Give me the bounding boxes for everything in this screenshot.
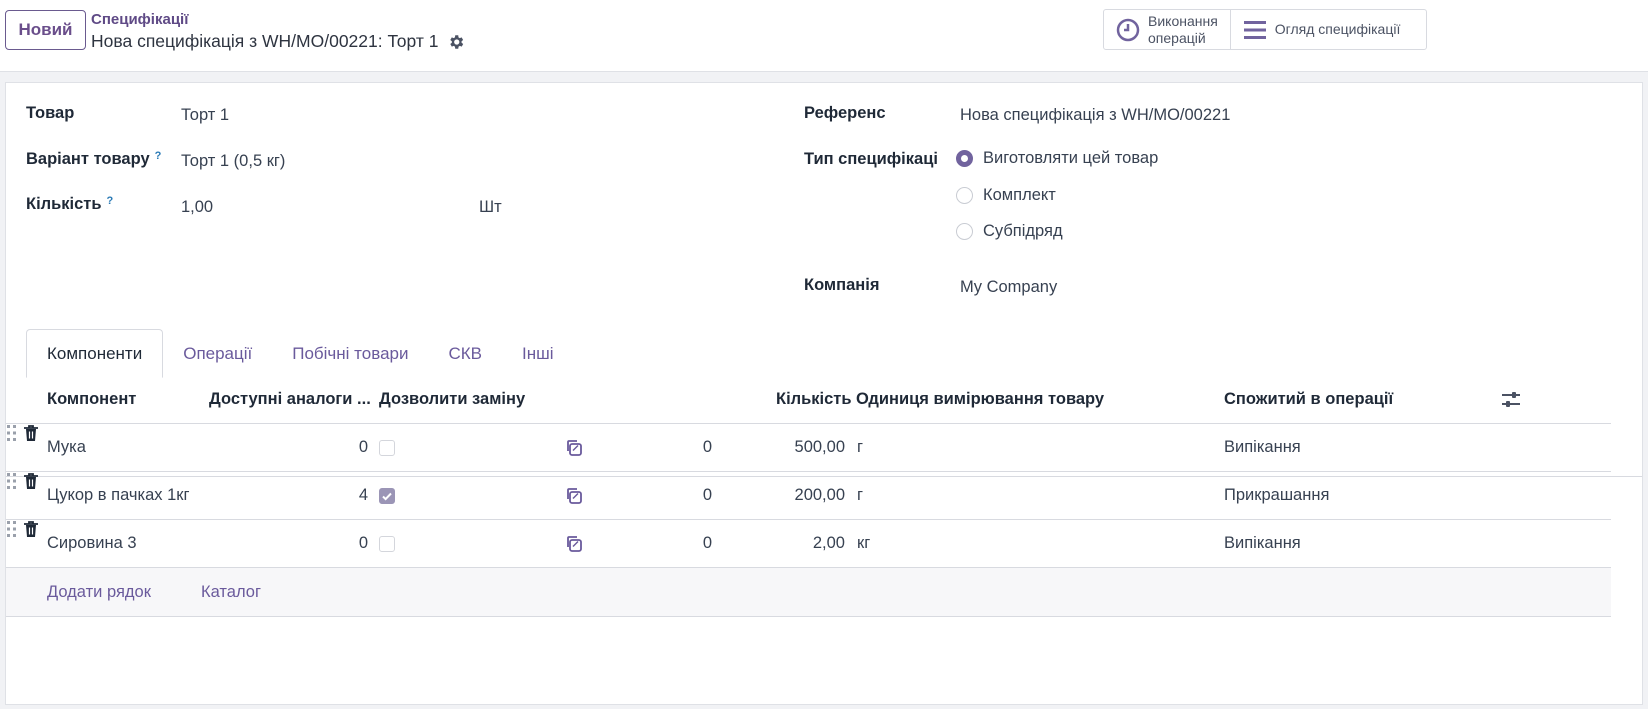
product-label: Товар: [26, 104, 75, 122]
col-component[interactable]: Компонент: [47, 390, 136, 409]
cell-uom[interactable]: г: [857, 486, 863, 505]
col-operation[interactable]: Спожитий в операції: [1224, 390, 1393, 409]
variant-field[interactable]: Торт 1 (0,5 кг): [181, 152, 285, 171]
tab-byproducts[interactable]: Побічні товари: [272, 329, 428, 378]
breadcrumb-parent[interactable]: Специфікації: [91, 11, 188, 28]
col-alternatives[interactable]: Доступні аналоги ...: [209, 390, 371, 409]
qty-field[interactable]: 1,00: [181, 198, 213, 217]
bom-type-subcontract-label: Субпідряд: [983, 222, 1063, 240]
uom-field[interactable]: Шт: [479, 198, 502, 217]
catalog-button[interactable]: Каталог: [201, 583, 261, 602]
cell-quantity[interactable]: 200,00: [766, 486, 845, 505]
allow-substitution-checkbox[interactable]: [379, 488, 395, 504]
bom-type-subcontract-radio[interactable]: Субпідряд: [956, 222, 1063, 241]
check-icon: [382, 492, 392, 501]
operations-performance-line1: Виконання: [1148, 12, 1218, 29]
cell-extra: 0: [702, 534, 712, 552]
table-row[interactable]: Цукор в пачках 1кг 4 0 200,00 г Прикраша…: [6, 472, 1611, 520]
record-title: Нова специфікація з WH/MO/00221: Торт 1: [91, 31, 465, 52]
bars-icon: [1243, 20, 1266, 39]
help-icon[interactable]: ?: [155, 150, 162, 162]
reference-label: Референс: [804, 104, 886, 122]
copy-icon[interactable]: [564, 486, 584, 506]
cell-alternatives: 0: [358, 438, 368, 456]
clock-icon: [1116, 18, 1140, 41]
bom-type-kit-label: Комплект: [983, 186, 1056, 204]
product-field[interactable]: Торт 1: [181, 106, 229, 125]
new-button[interactable]: Новий: [5, 10, 86, 50]
col-uom[interactable]: Одиниця вимірювання товару: [856, 390, 1104, 409]
company-field[interactable]: My Company: [960, 278, 1057, 297]
trash-icon[interactable]: [23, 424, 39, 442]
smart-buttons: Виконання операцій Огляд специфікації: [1103, 9, 1427, 50]
bom-type-manufacture-radio[interactable]: Виготовляти цей товар: [956, 149, 1158, 168]
gear-icon[interactable]: [447, 33, 465, 51]
bom-type-label: Тип специфікаці: [804, 150, 938, 168]
allow-substitution-checkbox[interactable]: [379, 440, 395, 456]
bom-overview-button[interactable]: Огляд специфікації: [1229, 10, 1413, 49]
cell-operation[interactable]: Випікання: [1224, 438, 1301, 457]
cell-quantity[interactable]: 2,00: [766, 534, 845, 553]
bom-overview-label: Огляд специфікації: [1274, 21, 1401, 37]
variant-label: Варіант товару: [26, 150, 150, 168]
help-icon[interactable]: ?: [107, 195, 114, 207]
company-label: Компанія: [804, 276, 880, 294]
allow-substitution-checkbox[interactable]: [379, 536, 395, 552]
control-panel: Новий Специфікації Нова специфікація з W…: [0, 0, 1648, 72]
cell-uom[interactable]: кг: [857, 534, 870, 553]
radio-icon: [956, 187, 973, 204]
operations-performance-line2: операцій: [1148, 29, 1206, 46]
operations-performance-button[interactable]: Виконання операцій: [1104, 10, 1230, 49]
copy-icon[interactable]: [564, 438, 584, 458]
column-settings-icon[interactable]: [1501, 390, 1521, 410]
qty-label-wrap: Кількість?: [26, 195, 113, 214]
copy-icon[interactable]: [564, 534, 584, 554]
notebook-tabs: Компоненти Операції Побічні товари СКВ І…: [26, 329, 574, 378]
table-row[interactable]: Мука 0 0 500,00 г Випікання: [6, 424, 1611, 472]
cell-alternatives: 0: [358, 534, 368, 552]
col-quantity[interactable]: Кількість: [776, 390, 852, 409]
cell-extra: 0: [702, 438, 712, 456]
cell-quantity[interactable]: 500,00: [766, 438, 845, 457]
drag-handle-icon[interactable]: [6, 424, 18, 442]
qty-label: Кількість: [26, 195, 102, 213]
cell-component[interactable]: Цукор в пачках 1кг: [47, 486, 190, 505]
tab-components[interactable]: Компоненти: [26, 329, 164, 378]
cell-operation[interactable]: Прикрашання: [1224, 486, 1329, 505]
form-sheet: Товар Торт 1 Варіант товару? Торт 1 (0,5…: [5, 82, 1643, 705]
cell-operation[interactable]: Випікання: [1224, 534, 1301, 553]
bom-type-manufacture-label: Виготовляти цей товар: [983, 149, 1159, 167]
col-allow-substitution[interactable]: Дозволити заміну: [379, 390, 525, 409]
drag-handle-icon[interactable]: [6, 472, 18, 490]
variant-label-wrap: Варіант товару?: [26, 150, 161, 169]
radio-icon: [956, 150, 973, 167]
trash-icon[interactable]: [23, 520, 39, 538]
cell-component[interactable]: Сировина 3: [47, 534, 137, 553]
cell-component[interactable]: Мука: [47, 438, 86, 457]
radio-icon: [956, 223, 973, 240]
trash-icon[interactable]: [23, 472, 39, 490]
table-footer: Додати рядок Каталог: [6, 568, 1611, 617]
table-row[interactable]: Сировина 3 0 0 2,00 кг Випікання: [6, 520, 1611, 568]
cell-extra: 0: [702, 486, 712, 504]
cell-uom[interactable]: г: [857, 438, 863, 457]
table-header: Компонент Доступні аналоги ... Дозволити…: [6, 375, 1611, 424]
breadcrumb-current: Нова специфікація з WH/MO/00221: Торт 1: [91, 31, 439, 51]
drag-handle-icon[interactable]: [6, 520, 18, 538]
cell-alternatives: 4: [358, 486, 368, 504]
reference-field[interactable]: Нова специфікація з WH/MO/00221: [960, 106, 1230, 125]
add-line-button[interactable]: Додати рядок: [47, 583, 151, 602]
tab-operations[interactable]: Операції: [163, 329, 272, 378]
tab-skv[interactable]: СКВ: [428, 329, 502, 378]
bom-type-kit-radio[interactable]: Комплект: [956, 186, 1056, 205]
tab-other[interactable]: Інші: [502, 329, 574, 378]
